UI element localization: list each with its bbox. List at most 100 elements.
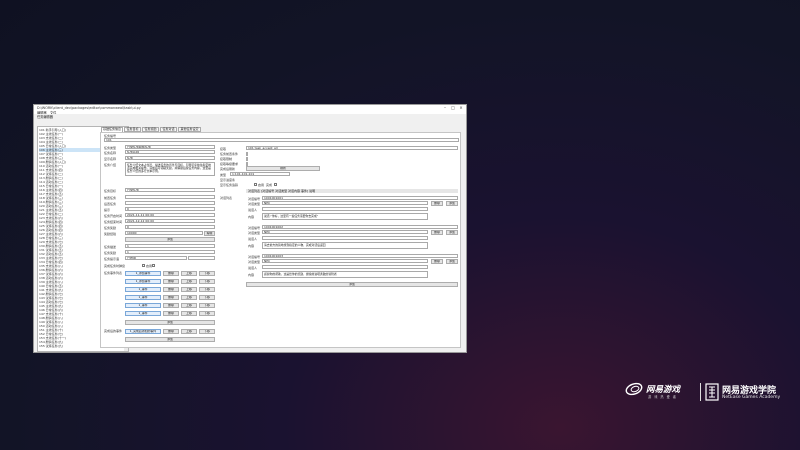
event-item[interactable]: 1_添加事件 — [125, 279, 161, 284]
complete-events-label: 完成后的事件 — [104, 329, 123, 333]
complete-add-button[interactable]: 添加 — [125, 337, 215, 342]
task-id-field[interactable]: 101 — [104, 138, 459, 142]
hint-field[interactable]: 0 — [125, 207, 215, 211]
start-time-field[interactable]: 2021-11-11 00:00 — [125, 213, 215, 217]
dialog-speaker-label: 说话人 — [248, 208, 258, 212]
accept-field[interactable]: 101 task_accept_all — [246, 146, 458, 150]
dialog-type-label: 对话类型 — [248, 260, 261, 264]
event-down-button[interactable]: 下移 — [199, 295, 215, 300]
end-time-field[interactable]: 2021-12-12 00:00 — [125, 219, 215, 223]
event-item[interactable]: 1_事件 — [125, 303, 161, 308]
event-item[interactable]: 1_事件 — [125, 287, 161, 292]
event-delete-button[interactable]: 删除 — [163, 279, 179, 284]
desc-label: 任务描述 — [104, 245, 117, 249]
event-down-button[interactable]: 下移 — [199, 303, 215, 308]
event-delete-button[interactable]: 删除 — [163, 295, 179, 300]
hint-text-field[interactable]: 已启用 — [125, 256, 187, 260]
complete-event-down[interactable]: 下移 — [199, 329, 215, 334]
dialog-content-textarea[interactable]: 说话:“你好，这里有一些任务需要你去完成” — [262, 213, 428, 220]
dialog-type-field[interactable]: NPC — [262, 259, 428, 263]
reward-exp-field[interactable]: 10000 — [125, 231, 203, 235]
post-task-label: 后置任务 — [104, 202, 117, 206]
event-down-button[interactable]: 下移 — [199, 287, 215, 292]
event-up-button[interactable]: 上移 — [181, 287, 197, 292]
reward2-field[interactable]: 1 — [125, 250, 215, 254]
dialog-content-textarea[interactable]: 请去前方的营地找到指定的人物，完成对话后返回 — [262, 242, 428, 249]
event-up-button[interactable]: 上移 — [181, 271, 197, 276]
dialog-speaker-field[interactable] — [262, 236, 428, 240]
dialog-id-field[interactable]: 1001001003 — [262, 254, 458, 258]
dialog-id-field[interactable]: 1001001002 — [262, 225, 458, 229]
add-button[interactable]: 添加 — [125, 237, 215, 242]
reward2-label: 任务奖励 — [104, 251, 117, 255]
complete-event-item[interactable]: 1_完成后添加的事件 — [125, 329, 161, 334]
add-event-button[interactable]: 添加 — [125, 320, 215, 325]
popup-checkbox-2[interactable] — [152, 264, 155, 267]
dialog-type-label: 对话类型 — [248, 231, 261, 235]
dialog-add-entry-button[interactable]: 添加 — [446, 259, 458, 264]
task-name-label: 任务名称 — [104, 151, 117, 155]
complete-event-delete[interactable]: 删除 — [163, 329, 179, 334]
dialog-content-textarea[interactable]: 感谢你的帮助，这是给你的奖励，继续前进吧勇敢的冒险者 — [262, 271, 428, 278]
dialog-delete-button[interactable]: 删除 — [431, 259, 443, 264]
netease-games-slogan: 游 戏 热 爱 者 — [648, 395, 677, 399]
event-up-button[interactable]: 上移 — [181, 295, 197, 300]
popup-checkbox[interactable] — [142, 264, 145, 267]
dialog-type-field[interactable]: NPC — [262, 201, 428, 205]
dialog-speaker-label: 说话人 — [248, 266, 258, 270]
task-type-field[interactable]: 日常任务模板任务 — [125, 145, 215, 149]
display-name-label: 显示名称 — [104, 157, 117, 161]
task-name-field[interactable]: 任务名称 — [125, 150, 215, 154]
dialog-delete-button[interactable]: 删除 — [431, 230, 443, 235]
hint-label: 提示 — [104, 208, 111, 212]
accept-label: 接取 — [220, 147, 227, 151]
event-delete-button[interactable]: 删除 — [163, 311, 179, 316]
event-delete-button[interactable]: 删除 — [163, 303, 179, 308]
event-item[interactable]: 1_添加事件 — [125, 271, 161, 276]
event-list-label: 任务事件列表 — [104, 271, 123, 275]
event-item[interactable]: 1_事件 — [125, 311, 161, 316]
event-down-button[interactable]: 下移 — [199, 311, 215, 316]
event-up-button[interactable]: 上移 — [181, 279, 197, 284]
hint-extra-field[interactable] — [188, 256, 215, 260]
enable-checkbox[interactable] — [254, 183, 257, 186]
complete-event-up[interactable]: 上移 — [181, 329, 197, 334]
event-down-button[interactable]: 下移 — [199, 279, 215, 284]
precondition-box[interactable] — [246, 152, 248, 156]
logo-divider — [700, 383, 701, 401]
desc-field[interactable]: 1 — [125, 244, 215, 248]
reward-field[interactable]: 0 — [125, 225, 215, 229]
netease-games-logo-icon — [625, 382, 643, 396]
intro-textarea[interactable]: 任务介绍文本占位符，描述任务的背景与目标，引导玩家前往指定地点完成相关操作。完成… — [125, 162, 215, 176]
event-up-button[interactable]: 上移 — [181, 303, 197, 308]
dialog-add-entry-button[interactable]: 添加 — [446, 230, 458, 235]
type-field[interactable]: 1:101-101-101 — [230, 172, 290, 176]
post-task-field[interactable] — [125, 201, 215, 205]
dialog-type-label: 对话类型 — [248, 202, 261, 206]
enable-checkbox-label: 启用 — [258, 183, 265, 187]
goal-field[interactable]: 日常任务 — [125, 188, 215, 192]
dialog-speaker-field[interactable] — [262, 265, 428, 269]
event-up-button[interactable]: 上移 — [181, 311, 197, 316]
display-name-field[interactable]: 任务 — [125, 156, 215, 160]
task-type-label: 任务类型 — [104, 146, 117, 150]
refresh-button[interactable]: 刷新 — [246, 166, 320, 171]
dialog-add-button[interactable]: 添加 — [246, 282, 458, 287]
dialog-add-entry-button[interactable]: 添加 — [446, 201, 458, 206]
dialog-id-field[interactable]: 1001001001 — [262, 196, 458, 200]
event-delete-button[interactable]: 删除 — [163, 271, 179, 276]
dialog-type-field[interactable]: NPC — [262, 230, 428, 234]
accept-limit-label: 接取限制 — [220, 157, 233, 161]
dialog-delete-button[interactable]: 删除 — [431, 201, 443, 206]
complete-checkbox[interactable] — [274, 183, 277, 186]
edit-button[interactable]: 编辑 — [204, 231, 215, 236]
event-delete-button[interactable]: 删除 — [163, 287, 179, 292]
show-track-label: 显示任务追踪 — [220, 183, 239, 187]
event-down-button[interactable]: 下移 — [199, 271, 215, 276]
accept-limit-box[interactable] — [246, 157, 248, 161]
event-item[interactable]: 1_事件 — [125, 295, 161, 300]
pre-task-field[interactable] — [125, 195, 215, 199]
dialog-speaker-field[interactable] — [262, 207, 428, 211]
accept-level-label: 接取等级要求 — [220, 162, 239, 166]
refresh-label: 完成后刷新 — [220, 167, 236, 171]
